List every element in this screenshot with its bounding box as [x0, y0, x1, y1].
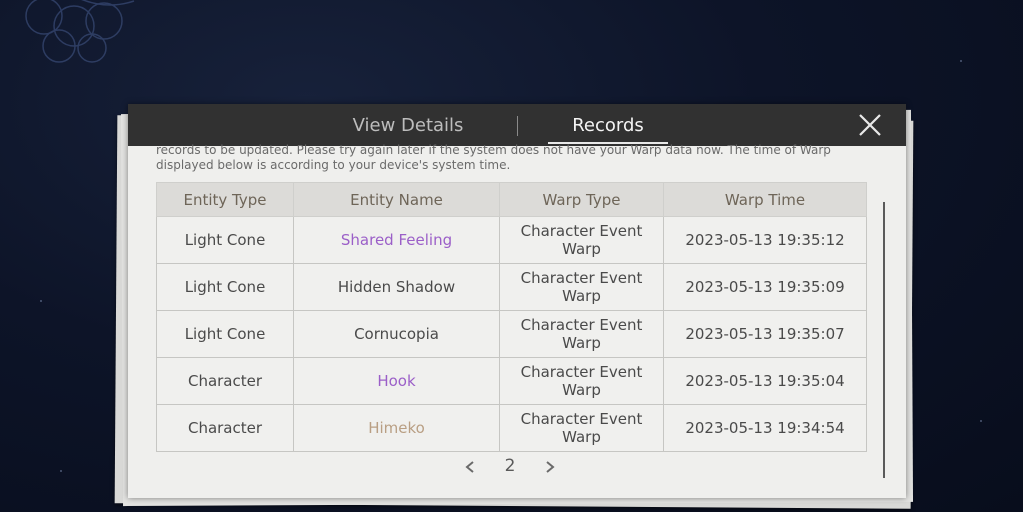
entity-name-cell: Cornucopia [293, 310, 500, 358]
pagination: 2 [458, 456, 568, 480]
warp-type-cell: Character Event Warp [499, 357, 664, 405]
table-header-row: Entity Type Entity Name Warp Type Warp T… [156, 182, 867, 217]
warp-time-cell: 2023-05-13 19:34:54 [663, 404, 867, 452]
notice-line-2: displayed below is according to your dev… [156, 158, 511, 172]
table-row: Light Cone Hidden Shadow Character Event… [156, 263, 867, 311]
warp-time-cell: 2023-05-13 19:35:09 [663, 263, 867, 311]
table-row: Character Himeko Character Event Warp 20… [156, 404, 867, 452]
tab-records[interactable]: Records [548, 104, 668, 146]
table-row: Light Cone Shared Feeling Character Even… [156, 216, 867, 264]
warp-type-cell: Character Event Warp [499, 310, 664, 358]
warp-time-cell: 2023-05-13 19:35:12 [663, 216, 867, 264]
header-warp-type: Warp Type [499, 182, 664, 217]
warp-type-cell: Character Event Warp [499, 404, 664, 452]
entity-name-cell: Shared Feeling [293, 216, 500, 264]
table-row: Light Cone Cornucopia Character Event Wa… [156, 310, 867, 358]
tab-separator [517, 116, 518, 136]
table-row: Character Hook Character Event Warp 2023… [156, 357, 867, 405]
warp-records-panel: View Details Records records to be updat… [128, 104, 906, 498]
close-icon[interactable] [856, 111, 884, 139]
records-scrollbar[interactable] [883, 202, 885, 478]
entity-type-cell: Character [156, 357, 294, 405]
chevron-left-icon[interactable] [462, 458, 478, 476]
entity-name-cell: Hidden Shadow [293, 263, 500, 311]
header-entity-name: Entity Name [293, 182, 500, 217]
header-warp-time: Warp Time [663, 182, 867, 217]
entity-type-cell: Light Cone [156, 216, 294, 264]
tab-view-details[interactable]: View Details [333, 104, 483, 146]
entity-name-cell: Himeko [293, 404, 500, 452]
panel-header: View Details Records [128, 104, 906, 146]
background-decoration [25, 0, 135, 63]
entity-type-cell: Character [156, 404, 294, 452]
header-entity-type: Entity Type [156, 182, 294, 217]
current-page-number: 2 [504, 456, 516, 476]
warp-time-cell: 2023-05-13 19:35:07 [663, 310, 867, 358]
chevron-right-icon[interactable] [542, 458, 558, 476]
warp-type-cell: Character Event Warp [499, 263, 664, 311]
notice-line-1: records to be updated. Please try again … [156, 143, 831, 157]
warp-time-cell: 2023-05-13 19:35:04 [663, 357, 867, 405]
warp-records-table: Entity Type Entity Name Warp Type Warp T… [156, 182, 867, 452]
warp-type-cell: Character Event Warp [499, 216, 664, 264]
entity-name-cell: Hook [293, 357, 500, 405]
entity-type-cell: Light Cone [156, 263, 294, 311]
entity-type-cell: Light Cone [156, 310, 294, 358]
